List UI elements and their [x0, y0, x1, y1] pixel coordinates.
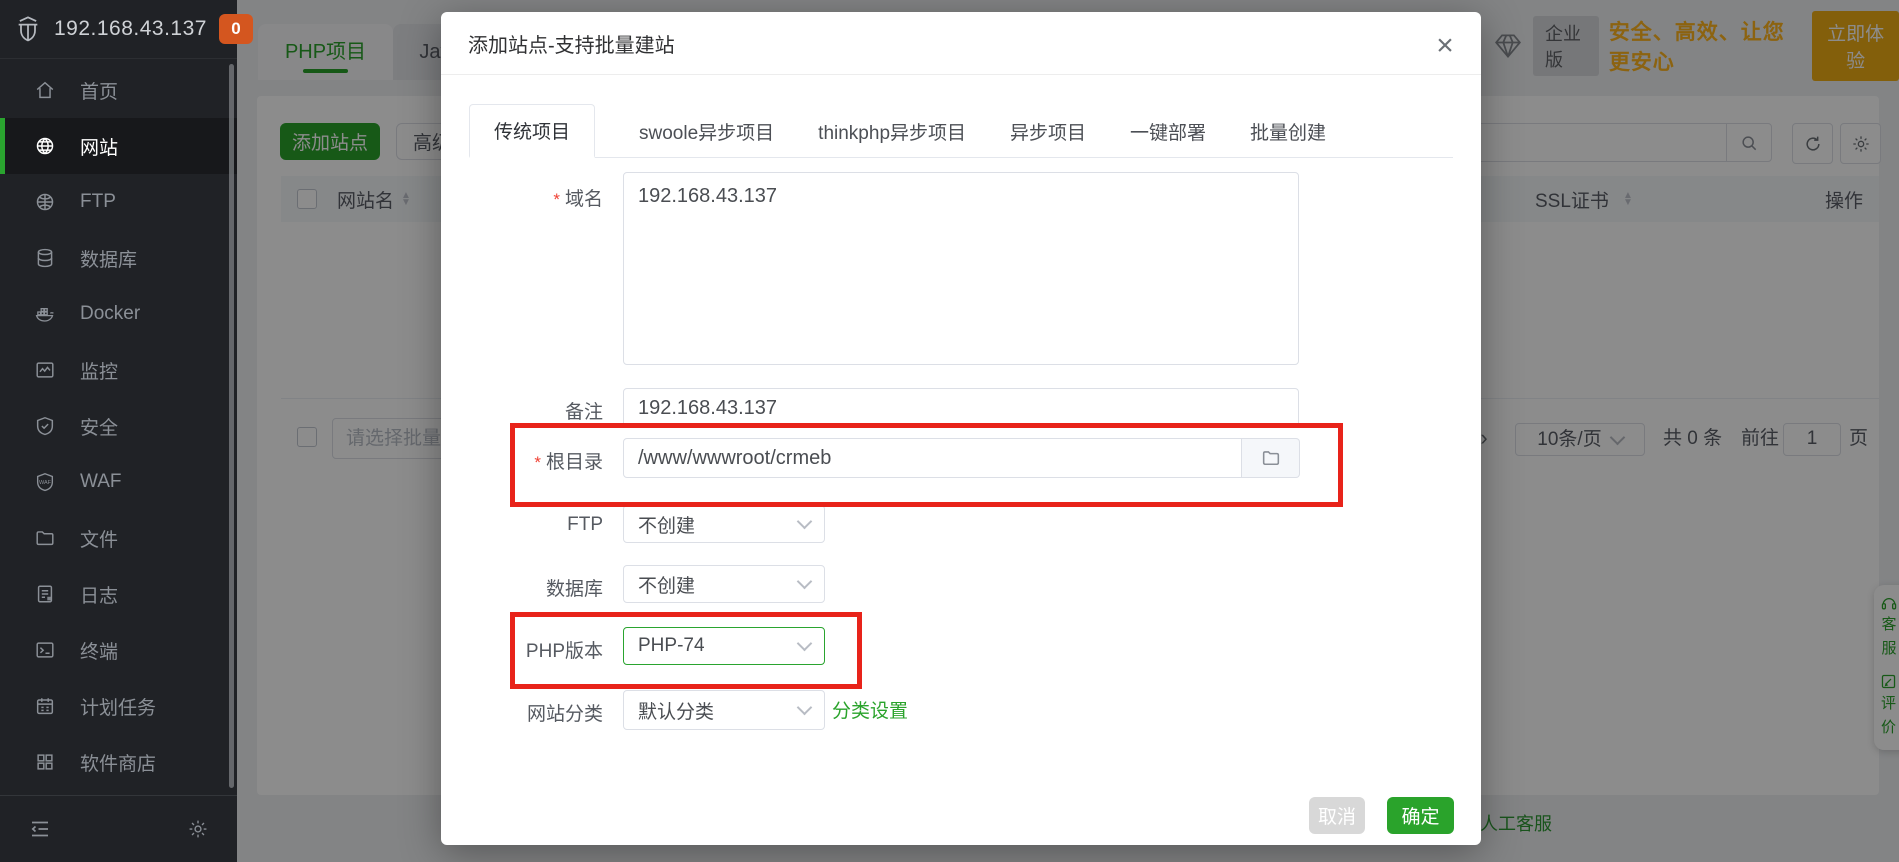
- folder-icon: [34, 527, 56, 549]
- site-category-select-value: 默认分类: [638, 697, 714, 724]
- terminal-icon: [34, 639, 56, 661]
- tab-swoole-project[interactable]: swoole异步项目: [639, 106, 774, 157]
- site-icon: [34, 135, 56, 157]
- domain-label: *域名: [441, 184, 603, 211]
- modal-tab-bar: 传统项目 swoole异步项目 thinkphp异步项目 异步项目 一键部署 批…: [469, 104, 1453, 158]
- browse-folder-button[interactable]: [1242, 438, 1300, 478]
- close-icon[interactable]: ×: [1425, 26, 1465, 66]
- sidebar-item-docker[interactable]: Docker: [0, 286, 237, 342]
- sidebar-item-ftp[interactable]: FTP: [0, 174, 237, 230]
- site-category-select[interactable]: 默认分类: [623, 690, 825, 730]
- tab-traditional-project[interactable]: 传统项目: [469, 104, 595, 158]
- document-icon: [34, 583, 56, 605]
- database-select[interactable]: 不创建: [623, 565, 825, 603]
- sidebar-item-label: 网站: [80, 133, 118, 160]
- sidebar-menu: 首页 网站 FTP: [0, 62, 237, 790]
- tab-thinkphp-project[interactable]: thinkphp异步项目: [818, 106, 966, 157]
- ftp-label: FTP: [441, 514, 603, 536]
- tab-one-click-deploy[interactable]: 一键部署: [1130, 106, 1206, 157]
- sidebar-item-label: 计划任务: [80, 693, 156, 720]
- sidebar-item-label: Docker: [80, 303, 140, 325]
- sidebar-item-label: 文件: [80, 525, 118, 552]
- sidebar-item-label: 安全: [80, 413, 118, 440]
- root-dir-input[interactable]: /www/wwwroot/crmeb: [623, 438, 1242, 478]
- confirm-button[interactable]: 确定: [1387, 797, 1454, 834]
- monitor-icon: [34, 359, 56, 381]
- sidebar-item-home[interactable]: 首页: [0, 62, 237, 118]
- ftp-select-value: 不创建: [638, 511, 695, 538]
- sidebar-scrollbar[interactable]: [229, 64, 234, 788]
- sidebar-item-label: 日志: [80, 581, 118, 608]
- sidebar-item-monitor[interactable]: 监控: [0, 342, 237, 398]
- sidebar-item-label: WAF: [80, 471, 122, 493]
- panel-logo-icon: [14, 15, 42, 43]
- cancel-button[interactable]: 取消: [1309, 797, 1365, 834]
- remark-label: 备注: [441, 397, 603, 424]
- database-label: 数据库: [441, 574, 603, 601]
- calendar-icon: [34, 695, 56, 717]
- sidebar-item-logs[interactable]: 日志: [0, 566, 237, 622]
- home-icon: [34, 79, 56, 101]
- chevron-down-icon: [797, 574, 813, 590]
- server-ip-label[interactable]: 192.168.43.137: [54, 17, 207, 41]
- sidebar-item-label: 数据库: [80, 245, 137, 272]
- sidebar-item-security[interactable]: 安全: [0, 398, 237, 454]
- site-category-label: 网站分类: [441, 699, 603, 726]
- ftp-icon: [34, 191, 56, 213]
- sidebar-footer: [0, 795, 237, 862]
- required-mark: *: [553, 190, 560, 209]
- remark-input[interactable]: 192.168.43.137: [623, 388, 1299, 428]
- baota-panel-screen: PHP项目 Java项目 企业版 安全、高效、让您更安心 立即体验 添加站点 高…: [0, 0, 1899, 862]
- add-site-modal: 添加站点-支持批量建站 × 传统项目 swoole异步项目 thinkphp异步…: [441, 12, 1481, 845]
- chevron-down-icon: [797, 636, 813, 652]
- sidebar: 192.168.43.137 0 首页 网站: [0, 0, 237, 862]
- chevron-down-icon: [797, 514, 813, 530]
- php-version-select-value: PHP-74: [638, 635, 705, 657]
- collapse-sidebar-icon[interactable]: [28, 817, 52, 841]
- sidebar-item-appstore[interactable]: 软件商店: [0, 734, 237, 790]
- settings-gear-icon[interactable]: [187, 818, 209, 840]
- category-settings-link[interactable]: 分类设置: [832, 696, 908, 723]
- root-dir-label: *根目录: [441, 447, 603, 474]
- waf-shield-icon: WAF: [34, 471, 56, 493]
- database-icon: [34, 247, 56, 269]
- modal-title: 添加站点-支持批量建站: [468, 29, 675, 58]
- sidebar-item-label: FTP: [80, 191, 116, 213]
- tab-batch-create[interactable]: 批量创建: [1250, 106, 1326, 157]
- php-version-select[interactable]: PHP-74: [623, 627, 825, 665]
- docker-icon: [34, 303, 56, 325]
- sidebar-item-label: 监控: [80, 357, 118, 384]
- sidebar-item-files[interactable]: 文件: [0, 510, 237, 566]
- sidebar-item-label: 终端: [80, 637, 118, 664]
- sidebar-header: 192.168.43.137 0: [0, 0, 237, 59]
- sidebar-item-label: 首页: [80, 77, 118, 104]
- domain-textarea[interactable]: 192.168.43.137: [623, 172, 1299, 365]
- modal-header: 添加站点-支持批量建站 ×: [441, 12, 1481, 75]
- shield-check-icon: [34, 415, 56, 437]
- alert-count-badge[interactable]: 0: [219, 14, 253, 44]
- sidebar-item-sites[interactable]: 网站: [0, 118, 237, 174]
- ftp-select[interactable]: 不创建: [623, 505, 825, 543]
- sidebar-item-cron[interactable]: 计划任务: [0, 678, 237, 734]
- tab-async-project[interactable]: 异步项目: [1010, 106, 1086, 157]
- sidebar-item-terminal[interactable]: 终端: [0, 622, 237, 678]
- grid-icon: [34, 751, 56, 773]
- svg-text:WAF: WAF: [39, 480, 52, 486]
- database-select-value: 不创建: [638, 571, 695, 598]
- php-version-label: PHP版本: [441, 636, 603, 663]
- chevron-down-icon: [797, 700, 813, 716]
- sidebar-item-database[interactable]: 数据库: [0, 230, 237, 286]
- sidebar-item-label: 软件商店: [80, 749, 156, 776]
- sidebar-item-waf[interactable]: WAF WAF: [0, 454, 237, 510]
- required-mark: *: [534, 453, 541, 472]
